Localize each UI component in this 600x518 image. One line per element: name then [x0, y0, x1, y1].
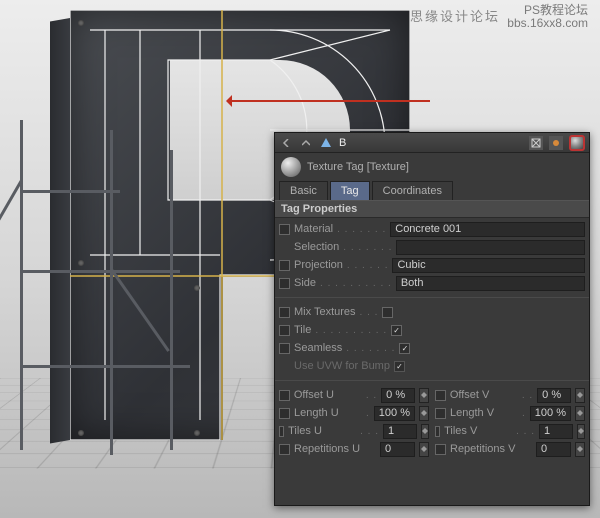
- reps-v-spinner[interactable]: [575, 442, 585, 457]
- anim-dot-projection[interactable]: [279, 260, 290, 271]
- anim-dot-tiles-u[interactable]: [279, 426, 284, 437]
- length-u-spinner[interactable]: [419, 406, 429, 421]
- anim-dot-seamless[interactable]: [279, 343, 290, 354]
- checkbox-mix-textures[interactable]: [382, 307, 393, 318]
- label-projection: Projection: [294, 259, 343, 271]
- anim-dot-reps-u[interactable]: [279, 444, 290, 455]
- side-dropdown[interactable]: Both: [396, 276, 585, 291]
- section-tag-properties: Tag Properties: [275, 200, 589, 218]
- label-material: Material: [294, 223, 333, 235]
- label-tiles-v: Tiles V: [444, 425, 512, 437]
- rivet: [78, 20, 84, 26]
- label-tiles-u: Tiles U: [288, 425, 356, 437]
- projection-dropdown[interactable]: Cubic: [392, 258, 585, 273]
- anim-dot-length-v[interactable]: [435, 408, 446, 419]
- tiles-u-field[interactable]: 1: [383, 424, 417, 439]
- panel-toolbar: B: [275, 133, 589, 153]
- toolbar-icon-1[interactable]: [529, 136, 543, 150]
- checkbox-tile[interactable]: ✓: [391, 325, 402, 336]
- nav-up-button[interactable]: [299, 136, 313, 150]
- label-seamless: Seamless: [294, 342, 342, 354]
- watermark-right: PS教程论坛 bbs.16xx8.com: [507, 4, 588, 30]
- offset-u-spinner[interactable]: [419, 388, 429, 403]
- checkbox-seamless[interactable]: ✓: [399, 343, 410, 354]
- anim-dot-tiles-v[interactable]: [435, 426, 440, 437]
- tab-coordinates[interactable]: Coordinates: [372, 181, 453, 200]
- tab-basic[interactable]: Basic: [279, 181, 328, 200]
- anim-dot-offset-u[interactable]: [279, 390, 290, 401]
- label-length-v: Length V: [450, 407, 518, 419]
- reps-v-field[interactable]: 0: [536, 442, 571, 457]
- material-field[interactable]: Concrete 001: [390, 222, 585, 237]
- length-v-field[interactable]: 100 %: [530, 406, 571, 421]
- label-mix-textures: Mix Textures: [294, 306, 356, 318]
- anim-dot-offset-v[interactable]: [435, 390, 446, 401]
- label-reps-v: Repetitions V: [450, 443, 532, 455]
- watermark-center: 思缘设计论坛: [410, 6, 500, 25]
- scaffold-model: [0, 120, 260, 460]
- anim-dot-material[interactable]: [279, 224, 290, 235]
- anim-dot-length-u[interactable]: [279, 408, 290, 419]
- label-reps-u: Repetitions U: [294, 443, 376, 455]
- nav-back-button[interactable]: [279, 136, 293, 150]
- label-side: Side: [294, 277, 316, 289]
- label-offset-v: Offset V: [450, 389, 518, 401]
- tiles-v-spinner[interactable]: [577, 424, 585, 439]
- attribute-manager-panel: B Texture Tag [Texture] Basic Tag Coordi…: [274, 132, 590, 506]
- label-tile: Tile: [294, 324, 311, 336]
- axis-arrow-x: [230, 100, 430, 102]
- object-type-icon: [319, 136, 333, 150]
- tiles-v-field[interactable]: 1: [539, 424, 573, 439]
- anim-dot-mix[interactable]: [279, 307, 290, 318]
- reps-u-spinner[interactable]: [419, 442, 429, 457]
- tag-title: Texture Tag [Texture]: [307, 161, 409, 173]
- object-name-field[interactable]: B: [339, 137, 523, 149]
- label-selection: Selection: [294, 241, 339, 253]
- offset-v-field[interactable]: 0 %: [537, 388, 571, 403]
- tiles-u-spinner[interactable]: [421, 424, 429, 439]
- tag-header: Texture Tag [Texture]: [275, 153, 589, 181]
- offset-u-field[interactable]: 0 %: [381, 388, 415, 403]
- reps-u-field[interactable]: 0: [380, 442, 415, 457]
- offset-v-spinner[interactable]: [575, 388, 585, 403]
- label-offset-u: Offset U: [294, 389, 362, 401]
- label-use-uvw: Use UVW for Bump: [294, 360, 390, 372]
- label-length-u: Length U: [294, 407, 362, 419]
- length-u-field[interactable]: 100 %: [374, 406, 415, 421]
- toolbar-icon-2[interactable]: [549, 136, 563, 150]
- material-tag-thumb-highlighted[interactable]: [569, 135, 585, 151]
- anim-dot-tile[interactable]: [279, 325, 290, 336]
- anim-dot-reps-v[interactable]: [435, 444, 446, 455]
- checkbox-use-uvw[interactable]: ✓: [394, 361, 405, 372]
- anim-dot-side[interactable]: [279, 278, 290, 289]
- selection-field[interactable]: [396, 240, 585, 255]
- length-v-spinner[interactable]: [575, 406, 585, 421]
- tab-tag[interactable]: Tag: [330, 181, 370, 200]
- material-preview-sphere: [281, 157, 301, 177]
- tab-bar: Basic Tag Coordinates: [275, 181, 589, 200]
